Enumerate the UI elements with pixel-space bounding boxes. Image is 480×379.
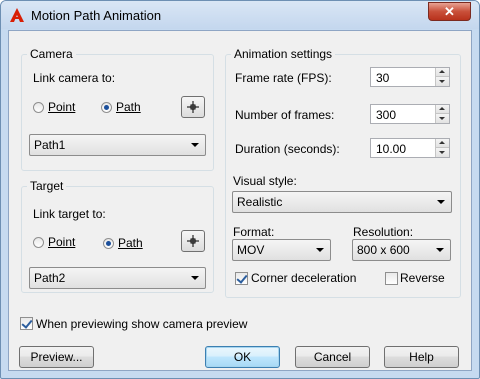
spin-up-icon[interactable] — [435, 105, 449, 114]
camera-group-title: Camera — [27, 47, 76, 61]
format-label: Format: — [233, 225, 275, 239]
spin-up-icon[interactable] — [435, 68, 449, 77]
resolution-label: Resolution: — [353, 225, 414, 239]
visual-style-dropdown[interactable]: Realistic — [232, 191, 452, 213]
crosshair-pick-icon — [187, 235, 199, 247]
camera-preview-checkbox[interactable] — [20, 317, 33, 330]
chevron-down-icon — [191, 143, 199, 147]
frames-value: 300 — [376, 108, 397, 122]
dialog-window: Motion Path Animation ✕ Camera Link came… — [0, 0, 480, 379]
ok-button[interactable]: OK — [205, 346, 280, 368]
target-point-radio[interactable] — [33, 237, 44, 248]
chevron-down-icon — [436, 248, 444, 252]
crosshair-pick-icon — [187, 101, 199, 113]
camera-path-dropdown[interactable]: Path1 — [29, 134, 206, 156]
camera-pick-button[interactable] — [181, 96, 205, 118]
preview-button[interactable]: Preview... — [19, 346, 94, 368]
camera-point-label[interactable]: Point — [48, 100, 75, 114]
camera-path-value: Path1 — [34, 138, 66, 152]
spin-up-icon[interactable] — [435, 139, 449, 148]
camera-preview-label[interactable]: When previewing show camera preview — [36, 317, 247, 331]
cancel-button[interactable]: Cancel — [295, 346, 370, 368]
spin-down-icon[interactable] — [435, 148, 449, 157]
window-title: Motion Path Animation — [31, 8, 162, 23]
frames-spinner[interactable]: 300 — [370, 104, 450, 124]
reverse-label[interactable]: Reverse — [400, 271, 445, 285]
target-pick-button[interactable] — [181, 230, 205, 252]
duration-label: Duration (seconds): — [235, 142, 340, 156]
target-path-value: Path2 — [34, 271, 66, 285]
frames-label: Number of frames: — [235, 108, 335, 122]
frame-rate-label: Frame rate (FPS): — [235, 71, 332, 85]
corner-deceleration-label[interactable]: Corner deceleration — [251, 271, 356, 285]
chevron-down-icon — [437, 200, 445, 204]
target-path-radio[interactable] — [103, 238, 114, 249]
animation-settings-title: Animation settings — [231, 47, 336, 61]
spin-down-icon[interactable] — [435, 77, 449, 86]
camera-point-radio[interactable] — [33, 102, 44, 113]
spin-down-icon[interactable] — [435, 114, 449, 123]
visual-style-value: Realistic — [237, 195, 283, 209]
corner-deceleration-checkbox[interactable] — [235, 272, 248, 285]
format-dropdown[interactable]: MOV — [232, 239, 331, 261]
close-button[interactable]: ✕ — [428, 2, 471, 21]
resolution-dropdown[interactable]: 800 x 600 — [352, 239, 451, 261]
help-button[interactable]: Help — [384, 346, 459, 368]
format-value: MOV — [237, 243, 265, 257]
title-bar[interactable]: Motion Path Animation ✕ — [1, 1, 479, 29]
camera-link-label: Link camera to: — [33, 71, 116, 85]
visual-style-label: Visual style: — [233, 174, 297, 188]
duration-spinner[interactable]: 10.00 — [370, 138, 450, 158]
frame-rate-value: 30 — [376, 71, 390, 85]
chevron-down-icon — [191, 276, 199, 280]
camera-path-label[interactable]: Path — [116, 100, 141, 114]
dialog-client-area: Camera Link camera to: Point Path Path1 … — [8, 30, 472, 371]
target-link-label: Link target to: — [33, 207, 106, 221]
target-path-dropdown[interactable]: Path2 — [29, 267, 206, 289]
target-point-label[interactable]: Point — [48, 235, 75, 249]
duration-value: 10.00 — [376, 142, 407, 156]
target-group-title: Target — [27, 179, 67, 193]
autocad-a-icon — [10, 8, 24, 22]
chevron-down-icon — [316, 248, 324, 252]
camera-path-radio[interactable] — [101, 102, 112, 113]
target-path-label[interactable]: Path — [118, 236, 143, 250]
reverse-checkbox[interactable] — [385, 272, 398, 285]
frame-rate-spinner[interactable]: 30 — [370, 67, 450, 87]
resolution-value: 800 x 600 — [357, 243, 410, 257]
